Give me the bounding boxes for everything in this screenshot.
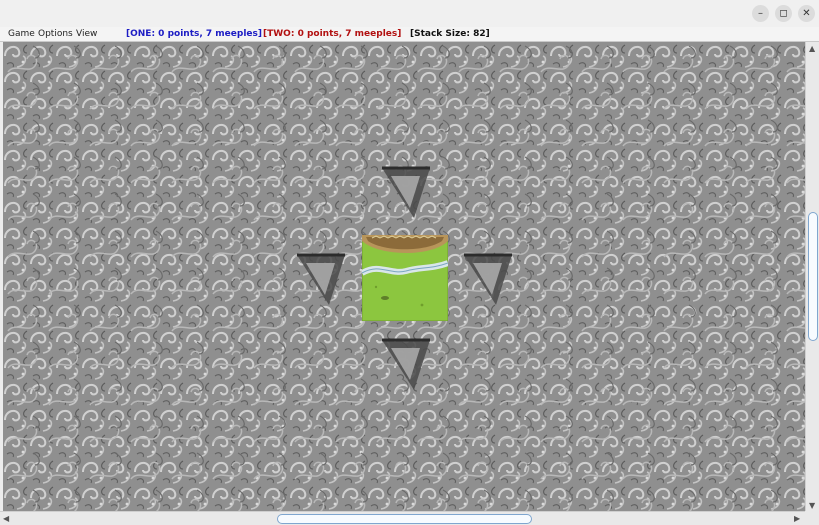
placed-tile <box>362 235 448 321</box>
stack-size-status: [Stack Size: 82] <box>410 29 490 39</box>
menu-bar: Game Options View [ONE: 0 points, 7 meep… <box>0 27 819 42</box>
placement-marker-south[interactable] <box>378 334 434 396</box>
title-bar: – ◻ ✕ <box>0 0 819 27</box>
vertical-scrollbar-thumb[interactable] <box>808 212 818 341</box>
scroll-up-arrow-icon[interactable]: ▲ <box>809 44 815 54</box>
close-button[interactable]: ✕ <box>798 5 815 22</box>
vertical-scrollbar[interactable]: ▲ ▼ <box>805 42 819 511</box>
menu-options[interactable]: Options <box>38 27 73 41</box>
minimize-button[interactable]: – <box>752 5 769 22</box>
placement-marker-east[interactable] <box>460 249 516 311</box>
player-one-status: [ONE: 0 points, 7 meeples] <box>126 29 262 39</box>
scrollbar-corner <box>805 511 819 525</box>
placement-marker-west[interactable] <box>293 249 349 311</box>
menu-game[interactable]: Game <box>8 27 35 41</box>
placement-marker-north[interactable] <box>378 162 434 224</box>
horizontal-scrollbar-thumb[interactable] <box>277 514 532 524</box>
menu-view[interactable]: View <box>76 27 97 41</box>
scroll-right-arrow-icon[interactable]: ▶ <box>794 514 800 524</box>
scroll-left-arrow-icon[interactable]: ◀ <box>3 514 9 524</box>
game-board[interactable] <box>3 42 805 511</box>
maximize-button[interactable]: ◻ <box>775 5 792 22</box>
horizontal-scrollbar[interactable]: ◀ ▶ <box>0 511 805 525</box>
scroll-down-arrow-icon[interactable]: ▼ <box>809 501 815 511</box>
player-two-status: [TWO: 0 points, 7 meeples] <box>263 29 402 39</box>
